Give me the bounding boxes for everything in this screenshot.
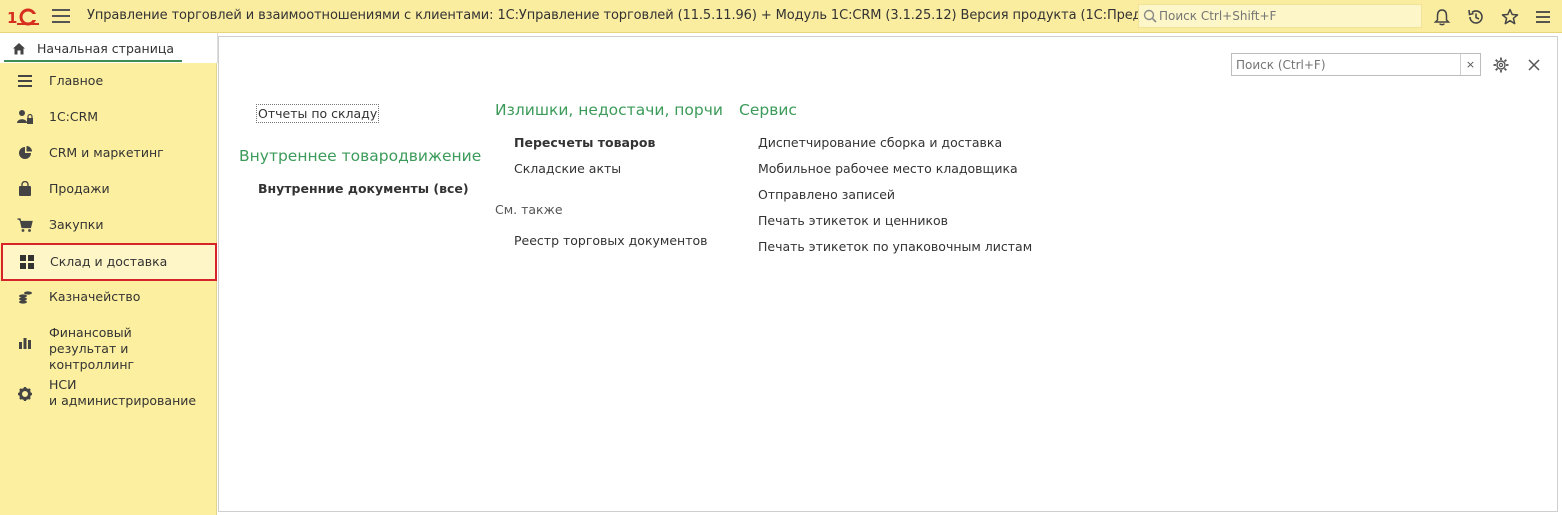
- bell-icon[interactable]: [1432, 7, 1452, 27]
- tab-home-label: Начальная страница: [37, 41, 174, 56]
- link-print-labels-packing[interactable]: Печать этикеток по упаковочным листам: [758, 239, 1032, 254]
- svg-text:1: 1: [7, 9, 17, 27]
- sidebar-item-crm-marketing[interactable]: CRM и маркетинг: [0, 145, 217, 161]
- sidebar-item-label: НСИ: [49, 377, 77, 392]
- link-trade-documents-registry[interactable]: Реестр торговых документов: [514, 233, 708, 248]
- sidebar: Главное 1С:CRM CRM и маркетинг Продажи З…: [0, 63, 217, 515]
- close-icon[interactable]: [1525, 56, 1543, 74]
- title-bar: 1 Управление торговлей и взаимоотношения…: [0, 0, 1562, 33]
- sidebar-item-label-line2: результат и контроллинг: [49, 341, 135, 372]
- link-dispatch[interactable]: Диспетчирование сборка и доставка: [758, 135, 1002, 150]
- sidebar-item-sales[interactable]: Продажи: [0, 181, 217, 197]
- link-recount[interactable]: Пересчеты товаров: [514, 135, 655, 150]
- home-icon: [13, 43, 25, 55]
- group-title-internal-movement: Внутреннее товародвижение: [239, 147, 482, 165]
- star-icon[interactable]: [1500, 7, 1520, 27]
- coins-icon: [19, 291, 32, 304]
- link-sent-records[interactable]: Отправлено записей: [758, 187, 895, 202]
- group-title-surplus-shortage: Излишки, недостачи, порчи: [495, 101, 723, 119]
- sidebar-item-label: 1С:CRM: [49, 109, 99, 124]
- sidebar-item-crm[interactable]: 1С:CRM: [0, 109, 217, 125]
- panel-search-input[interactable]: [1236, 56, 1456, 73]
- app-title: Управление торговлей и взаимоотношениями…: [87, 8, 1203, 23]
- sidebar-item-label-line2: и администрирование: [49, 393, 197, 408]
- sidebar-item-label: Финансовый: [49, 325, 132, 340]
- search-icon: [1143, 9, 1157, 23]
- sidebar-item-label: Продажи: [49, 181, 110, 196]
- global-search-input[interactable]: [1159, 7, 1417, 25]
- clear-search-button[interactable]: ×: [1460, 54, 1480, 75]
- link-warehouse-reports[interactable]: Отчеты по складу: [256, 104, 380, 123]
- tab-home[interactable]: Начальная страница: [4, 36, 182, 62]
- settings-gear-icon[interactable]: [1492, 56, 1510, 74]
- link-internal-documents[interactable]: Внутренние документы (все): [258, 181, 469, 196]
- gear-icon: [18, 387, 32, 401]
- users-lock-icon: [17, 110, 33, 124]
- group-title-service: Сервис: [739, 101, 797, 119]
- global-search-box[interactable]: [1138, 4, 1422, 28]
- panel-search-box[interactable]: ×: [1231, 53, 1481, 76]
- sidebar-item-label: Главное: [49, 73, 104, 88]
- section-panel: × Отчеты по складу Внутреннее товародвиж…: [218, 36, 1558, 512]
- sidebar-item-warehouse[interactable]: Склад и доставка: [1, 243, 217, 281]
- grid-icon: [20, 255, 34, 269]
- hamburger-menu-icon[interactable]: [52, 9, 70, 25]
- menu-list-icon: [18, 75, 32, 87]
- menu-lines-icon[interactable]: [1533, 7, 1553, 27]
- shopping-bag-icon: [19, 181, 31, 196]
- see-also-title: См. также: [495, 202, 563, 217]
- sidebar-item-finance[interactable]: Финансовый результат и контроллинг: [0, 325, 217, 372]
- sidebar-item-label: Закупки: [49, 217, 104, 232]
- bar-chart-icon: [19, 338, 31, 349]
- logo-1c-icon[interactable]: 1: [7, 7, 41, 27]
- sidebar-item-label: Склад и доставка: [50, 254, 168, 269]
- history-icon[interactable]: [1466, 7, 1486, 27]
- sidebar-item-label: Казначейство: [49, 289, 141, 304]
- sidebar-item-purchases[interactable]: Закупки: [0, 217, 217, 233]
- link-warehouse-acts[interactable]: Складские акты: [514, 161, 621, 176]
- link-print-labels-prices[interactable]: Печать этикеток и ценников: [758, 213, 948, 228]
- cart-icon: [17, 218, 33, 232]
- sidebar-item-treasury[interactable]: Казначейство: [0, 289, 217, 305]
- sidebar-item-main[interactable]: Главное: [0, 73, 217, 89]
- link-mobile-workplace[interactable]: Мобильное рабочее место кладовщика: [758, 161, 1018, 176]
- pie-chart-icon: [19, 146, 32, 159]
- sidebar-item-label: CRM и маркетинг: [49, 145, 164, 160]
- sidebar-item-admin[interactable]: НСИ и администрирование: [0, 377, 217, 411]
